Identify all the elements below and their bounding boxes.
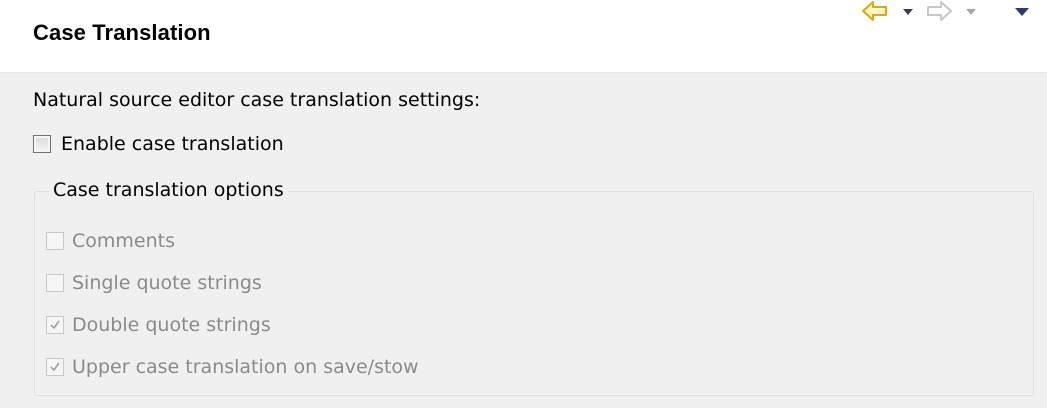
single-quote-strings-checkbox[interactable]	[46, 274, 64, 292]
forward-history-dropdown[interactable]	[965, 0, 979, 24]
upper-case-on-save-label: Upper case translation on save/stow	[72, 356, 419, 378]
double-quote-strings-option[interactable]: Double quote strings	[46, 314, 271, 336]
case-translation-options-group: Case translation options Comments Single…	[34, 179, 1034, 396]
comments-label: Comments	[72, 230, 175, 252]
comments-option[interactable]: Comments	[46, 230, 175, 252]
view-menu-icon	[1015, 8, 1029, 16]
double-quote-strings-checkbox[interactable]	[46, 316, 64, 334]
checkmark-icon	[50, 320, 60, 330]
back-arrow-icon	[862, 1, 887, 21]
back-history-dropdown[interactable]	[902, 0, 916, 24]
forward-button[interactable]	[926, 0, 956, 24]
forward-arrow-icon	[927, 1, 952, 21]
view-menu-button[interactable]	[1014, 0, 1032, 24]
checkbox-box[interactable]	[33, 135, 51, 153]
checkmark-icon	[50, 362, 60, 372]
editor-header: Case Translation	[0, 0, 1047, 73]
back-button[interactable]	[862, 0, 892, 24]
page-title: Case Translation	[33, 20, 211, 45]
enable-case-translation-label: Enable case translation	[61, 133, 284, 155]
upper-case-on-save-option[interactable]: Upper case translation on save/stow	[46, 356, 419, 378]
double-quote-strings-label: Double quote strings	[72, 314, 271, 336]
chevron-down-icon	[903, 9, 913, 15]
single-quote-strings-label: Single quote strings	[72, 272, 262, 294]
group-legend: Case translation options	[49, 179, 288, 201]
enable-case-translation-checkbox[interactable]: Enable case translation	[33, 133, 284, 155]
upper-case-on-save-checkbox[interactable]	[46, 358, 64, 376]
comments-checkbox[interactable]	[46, 232, 64, 250]
chevron-down-icon	[966, 9, 976, 15]
single-quote-strings-option[interactable]: Single quote strings	[46, 272, 262, 294]
preference-page-content: Natural source editor case translation s…	[0, 73, 1047, 408]
page-description: Natural source editor case translation s…	[33, 89, 481, 111]
